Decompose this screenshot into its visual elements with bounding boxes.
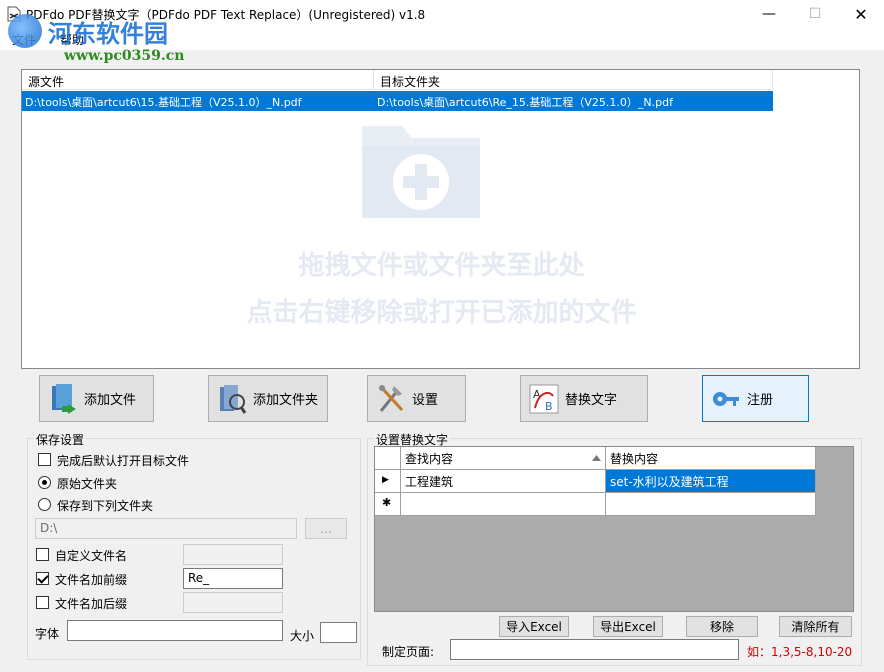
column-replace[interactable]: 替换内容 (606, 447, 816, 470)
save-to-folder-radio[interactable] (38, 498, 51, 511)
key-icon (713, 391, 739, 406)
add-folder-label: 添加文件夹 (253, 393, 319, 408)
page-range-input[interactable] (450, 639, 739, 660)
remove-button[interactable]: 移除 (686, 616, 758, 637)
file-row-source: D:\tools\桌面\artcut6\15.基础工程（V25.1.0）_N.p… (25, 96, 302, 109)
prefix-input[interactable]: Re_ (183, 568, 283, 589)
column-target-folder[interactable]: 目标文件夹 (374, 70, 773, 90)
register-button[interactable]: 注册 (702, 375, 809, 422)
font-input[interactable] (67, 620, 283, 641)
register-label: 注册 (747, 393, 774, 408)
sort-ascending-icon (592, 455, 601, 461)
replace-cell[interactable]: set-水利以及建筑工程 (606, 470, 816, 493)
open-after-label: 完成后默认打开目标文件 (57, 454, 190, 468)
column-find[interactable]: 查找内容 (401, 447, 606, 470)
suffix-checkbox[interactable] (36, 596, 49, 609)
file-list[interactable]: 源文件 目标文件夹 D:\tools\桌面\artcut6\15.基础工程（V2… (21, 69, 860, 369)
tools-icon (379, 384, 404, 412)
clear-all-button[interactable]: 清除所有 (779, 616, 852, 637)
replace-text-button[interactable]: A B 替换文字 (520, 375, 648, 422)
row-indicator-current[interactable]: ▶ (375, 470, 401, 493)
menu-file[interactable]: 文件 (12, 31, 36, 48)
find-cell-new[interactable] (401, 493, 606, 516)
export-excel-button[interactable]: 导出Excel (593, 616, 663, 637)
row-indicator-new[interactable]: ✱ (375, 493, 401, 516)
font-label: 字体 (35, 627, 60, 641)
prefix-label: 文件名加前缀 (55, 573, 128, 587)
find-cell[interactable]: 工程建筑 (401, 470, 606, 493)
close-button[interactable]: ✕ (838, 0, 884, 28)
add-file-label: 添加文件 (84, 393, 137, 408)
save-to-folder-label: 保存到下列文件夹 (57, 499, 154, 513)
file-list-header: 源文件 目标文件夹 (22, 70, 773, 90)
suffix-label: 文件名加后缀 (55, 597, 128, 611)
browse-folder-button[interactable]: ... (305, 518, 347, 539)
maximize-button[interactable]: ☐ (792, 0, 838, 28)
suffix-input[interactable] (183, 592, 283, 613)
custom-name-label: 自定义文件名 (55, 549, 128, 563)
size-label: 大小 (290, 629, 315, 643)
column-find-label: 查找内容 (405, 452, 454, 466)
grid-corner (375, 447, 401, 470)
replace-cell-new[interactable] (606, 493, 816, 516)
column-source-file[interactable]: 源文件 (22, 70, 374, 90)
svg-text:A: A (533, 388, 541, 401)
title-bar: PDFdo PDF替换文字（PDFdo PDF Text Replace）(Un… (0, 0, 884, 28)
custom-name-checkbox[interactable] (36, 548, 49, 561)
menu-bar: 文件 帮助 (0, 28, 884, 50)
original-folder-radio[interactable] (38, 476, 51, 489)
drop-hint-line1: 拖拽文件或文件夹至此处 (298, 251, 585, 281)
import-excel-button[interactable]: 导入Excel (499, 616, 569, 637)
menu-help[interactable]: 帮助 (60, 31, 84, 48)
page-range-label: 制定页面: (382, 645, 435, 659)
prefix-checkbox[interactable] (36, 572, 49, 585)
replace-text-icon: A B (529, 384, 559, 413)
custom-name-input[interactable] (183, 544, 283, 565)
file-row[interactable]: D:\tools\桌面\artcut6\15.基础工程（V25.1.0）_N.p… (22, 91, 773, 111)
open-after-checkbox[interactable] (38, 453, 51, 466)
target-folder-input[interactable]: D:\ (35, 518, 297, 539)
add-file-icon (52, 383, 76, 414)
add-folder-icon (220, 384, 247, 414)
window-title: PDFdo PDF替换文字（PDFdo PDF Text Replace）(Un… (26, 8, 426, 22)
replace-grid[interactable]: 查找内容 替换内容 ▶ 工程建筑 set-水利以及建筑工程 ✱ (374, 446, 854, 612)
size-input[interactable] (320, 622, 357, 643)
watermark-url: www.pc0359.cn (64, 48, 185, 64)
drop-hint-line2: 点击右键移除或打开已添加的文件 (246, 298, 637, 328)
svg-text:B: B (545, 400, 553, 413)
add-folder-button[interactable]: 添加文件夹 (208, 375, 328, 422)
replace-text-label: 替换文字 (565, 393, 618, 408)
save-settings-title: 保存设置 (34, 431, 87, 448)
file-row-target: D:\tools\桌面\artcut6\Re_15.基础工程（V25.1.0）_… (377, 96, 673, 109)
add-folder-drop-icon (362, 126, 480, 218)
settings-label: 设置 (412, 393, 439, 408)
add-file-button[interactable]: 添加文件 (39, 375, 154, 422)
settings-button[interactable]: 设置 (367, 375, 466, 422)
original-folder-label: 原始文件夹 (57, 477, 118, 491)
page-range-hint: 如：1,3,5-8,10-20 (747, 645, 853, 659)
minimize-button[interactable]: — (746, 0, 792, 28)
app-icon (7, 6, 21, 22)
